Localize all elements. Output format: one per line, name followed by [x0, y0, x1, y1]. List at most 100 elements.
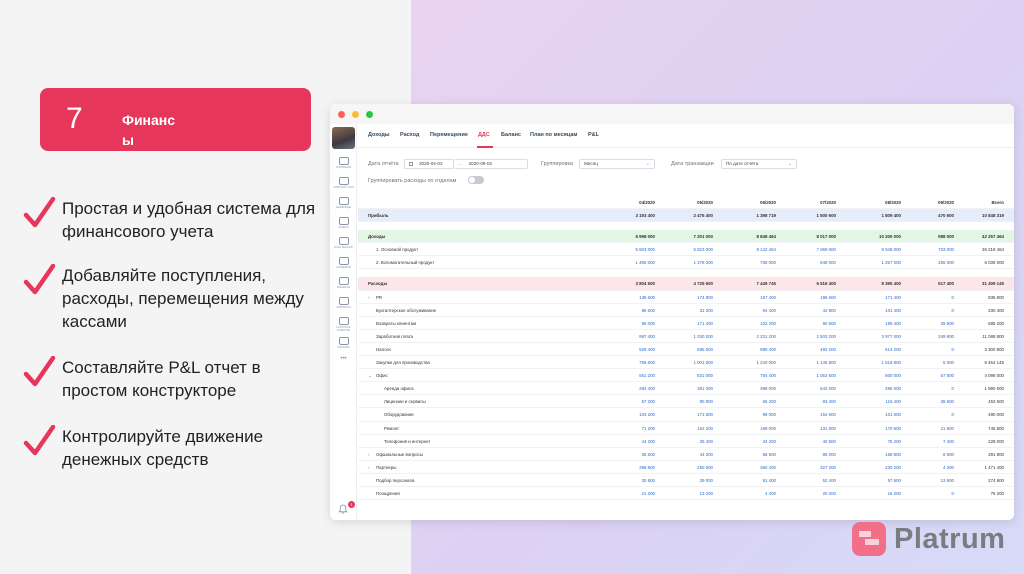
table-cell[interactable]: 1 030 200 — [653, 330, 713, 343]
table-cell[interactable]: 948 000 — [776, 256, 836, 269]
table-cell[interactable]: 482 200 — [776, 343, 836, 356]
table-cell[interactable]: 327 200 — [776, 461, 836, 474]
transaction-date-select[interactable]: По дате отчёта ⌄ — [721, 159, 797, 169]
chevron-down-icon[interactable]: ⌄ — [368, 369, 372, 382]
table-cell[interactable]: 174 800 — [653, 291, 713, 304]
table-row[interactable]: › Партнеры 298 800 250 600 360 400 327 200 230… — [358, 461, 1014, 474]
chevron-right-icon[interactable]: › — [368, 448, 369, 461]
table-cell[interactable]: 83 400 — [776, 395, 836, 408]
table-cell[interactable]: 784 400 — [716, 369, 776, 382]
table-cell[interactable]: 1 495 000 — [595, 256, 655, 269]
table-cell[interactable]: 685 600 — [653, 343, 713, 356]
tab-4[interactable]: Баланс — [501, 132, 521, 138]
sidebar-item-desk[interactable]: РАБОЧИЙ СТОЛ — [330, 177, 357, 189]
tab-0[interactable]: Доходы — [368, 132, 390, 138]
table-cell[interactable]: 154 600 — [776, 408, 836, 421]
table-cell[interactable]: 96 000 — [595, 317, 655, 330]
avatar[interactable] — [332, 127, 355, 149]
tab-3[interactable]: ДДС — [478, 132, 490, 138]
table-cell[interactable]: 170 600 — [841, 422, 901, 435]
table-cell[interactable]: 529 400 — [595, 343, 655, 356]
sidebar-item-academy[interactable]: АКАДЕМИЯ — [330, 257, 357, 269]
sidebar-item-shop[interactable]: МАГАЗИН — [330, 337, 357, 349]
table-cell[interactable]: 360 400 — [716, 461, 776, 474]
table-cell[interactable]: 230 200 — [841, 461, 901, 474]
chevron-right-icon[interactable]: › — [368, 461, 369, 474]
table-cell[interactable]: 1 240 000 — [716, 356, 776, 369]
table-cell[interactable]: 195 400 — [841, 317, 901, 330]
table-cell[interactable]: 8 142 464 — [716, 243, 776, 256]
table-cell[interactable]: 57 200 — [595, 395, 655, 408]
table-cell[interactable]: 189 000 — [716, 422, 776, 435]
date-from-field[interactable]: 2020-04-02 — [404, 159, 454, 169]
table-row[interactable]: › Офшиальные вопросы 35 600 44 200 58 600 86 … — [358, 448, 1014, 461]
table-cell[interactable]: 35 600 — [595, 448, 655, 461]
table-cell[interactable]: 20 200 — [776, 487, 836, 500]
table-cell[interactable]: 5 503 000 — [595, 243, 655, 256]
tab-1[interactable]: Расход — [400, 132, 419, 138]
table-cell[interactable]: 1 145 800 — [776, 356, 836, 369]
table-cell[interactable]: 21 200 — [595, 487, 655, 500]
table-cell[interactable]: 131 000 — [776, 422, 836, 435]
table-cell[interactable]: 2 503 200 — [776, 330, 836, 343]
table-cell[interactable]: 29 000 — [653, 474, 713, 487]
sidebar-item-knowledge[interactable]: БАЗА ЗНАНИЙ — [330, 237, 357, 249]
table-cell[interactable]: 561 200 — [595, 369, 655, 382]
table-row[interactable]: ⌄ Офис 561 200 831 000 784 400 1 053 600 800 0… — [358, 369, 1014, 383]
tab-6[interactable]: P&L — [588, 132, 599, 138]
table-cell[interactable]: 94 400 — [716, 304, 776, 317]
grouping-select[interactable]: Месяц ⌄ — [579, 159, 655, 169]
table-cell[interactable]: 196 600 — [776, 291, 836, 304]
table-cell[interactable]: 16 200 — [841, 487, 901, 500]
table-cell[interactable]: 158 800 — [841, 448, 901, 461]
table-cell[interactable]: 91 400 — [716, 474, 776, 487]
table-cell[interactable]: 759 600 — [595, 356, 655, 369]
table-cell[interactable]: 171 400 — [841, 291, 901, 304]
table-cell[interactable]: 13 200 — [653, 487, 713, 500]
table-cell[interactable]: 285 000 — [841, 382, 901, 395]
table-cell[interactable]: 171 400 — [653, 317, 713, 330]
table-cell[interactable]: 162 200 — [653, 422, 713, 435]
table-cell[interactable]: 57 600 — [841, 474, 901, 487]
table-cell[interactable]: 71 200 — [595, 422, 655, 435]
table-cell[interactable]: 102 200 — [716, 317, 776, 330]
table-cell[interactable]: 1 053 600 — [776, 369, 836, 382]
table-cell[interactable]: 831 000 — [653, 369, 713, 382]
sidebar-item-wallet[interactable]: ЗАРПЛАТЫ — [330, 297, 357, 309]
table-cell[interactable]: 90 800 — [653, 395, 713, 408]
table-cell[interactable]: 4 400 — [716, 487, 776, 500]
table-cell[interactable]: 8 948 000 — [841, 243, 901, 256]
table-cell[interactable]: 90 600 — [776, 317, 836, 330]
table-cell[interactable]: 31 200 — [653, 304, 713, 317]
table-cell[interactable]: 5 823 000 — [653, 243, 713, 256]
table-cell[interactable]: 65 200 — [716, 395, 776, 408]
table-cell[interactable]: 104 200 — [595, 408, 655, 421]
table-cell[interactable]: 86 600 — [595, 304, 655, 317]
table-cell[interactable]: 171 600 — [653, 408, 713, 421]
table-cell[interactable]: 1 518 800 — [841, 356, 901, 369]
table-cell[interactable]: 116 400 — [841, 395, 901, 408]
table-cell[interactable]: 101 400 — [841, 304, 901, 317]
table-cell[interactable]: 2 231 200 — [716, 330, 776, 343]
table-cell[interactable]: 76 200 — [841, 435, 901, 448]
table-row[interactable]: › PR 135 600 174 800 157 400 196 600 171 400 0 8… — [358, 291, 1014, 304]
date-to-field[interactable]: → 2020-09-02 — [454, 159, 528, 169]
table-cell[interactable]: 398 000 — [716, 382, 776, 395]
table-cell[interactable]: 44 800 — [776, 304, 836, 317]
table-cell[interactable]: 40 600 — [776, 435, 836, 448]
close-window-button[interactable] — [338, 111, 345, 118]
sidebar-item-finance[interactable]: ФИНАНСЫ — [330, 277, 357, 289]
sidebar-item-monitor[interactable]: ДАШБОРДЫ — [330, 197, 357, 209]
table-cell[interactable]: 157 400 — [716, 291, 776, 304]
sidebar-item-company[interactable]: КОМПАНИЯ — [330, 157, 357, 169]
chevron-right-icon[interactable]: › — [368, 291, 369, 304]
table-cell[interactable]: 52 400 — [776, 474, 836, 487]
tab-2[interactable]: Перемещение — [430, 132, 468, 138]
table-cell[interactable]: 614 200 — [841, 343, 901, 356]
minimize-window-button[interactable] — [352, 111, 359, 118]
table-cell[interactable]: 284 400 — [595, 382, 655, 395]
table-cell[interactable]: 58 600 — [716, 448, 776, 461]
table-cell[interactable]: 44 200 — [595, 435, 655, 448]
table-cell[interactable]: 135 600 — [595, 291, 655, 304]
maximize-window-button[interactable] — [366, 111, 373, 118]
